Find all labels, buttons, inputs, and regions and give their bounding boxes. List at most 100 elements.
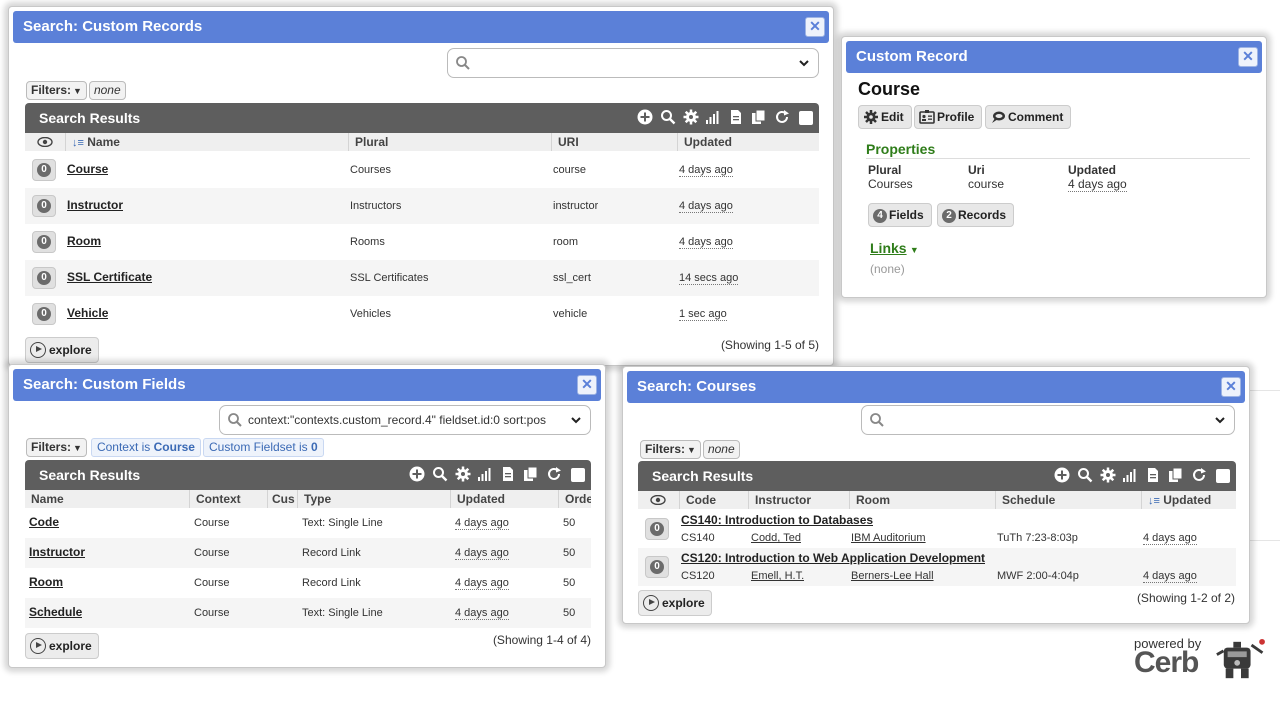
column-schedule[interactable]: Schedule xyxy=(995,491,1141,509)
copy-icon[interactable] xyxy=(751,109,767,125)
profile-button[interactable]: Profile xyxy=(914,105,983,129)
chevron-down-icon[interactable] xyxy=(1215,416,1225,424)
column-room[interactable]: Room xyxy=(849,491,995,509)
edit-button[interactable]: Edit xyxy=(858,105,912,129)
watchers-count[interactable]: 0 xyxy=(645,556,669,578)
column-type[interactable]: Type xyxy=(297,490,450,508)
column-name[interactable]: Name xyxy=(25,490,189,508)
column-watchers[interactable] xyxy=(638,491,679,509)
instructor-link[interactable]: Codd, Ted xyxy=(751,532,801,544)
links-toggle[interactable]: Links ▼ xyxy=(870,240,919,256)
record-name-link[interactable]: SSL Certificate xyxy=(67,270,152,284)
column-updated[interactable]: ↓≡ Updated xyxy=(1141,491,1236,509)
field-name-link[interactable]: Instructor xyxy=(29,545,85,559)
table-row[interactable]: 0 CS140: Introduction to Databases CS140… xyxy=(638,510,1236,548)
watchers-count[interactable]: 0 xyxy=(645,518,669,540)
close-button[interactable]: ✕ xyxy=(577,375,597,395)
watchers-count[interactable]: 0 xyxy=(32,195,56,217)
comment-button[interactable]: Comment xyxy=(985,105,1072,129)
table-row[interactable]: 0 Instructor Instructors instructor 4 da… xyxy=(25,188,819,224)
gear-icon[interactable] xyxy=(683,109,699,125)
column-plural[interactable]: Plural xyxy=(348,133,551,151)
filter-none[interactable]: none xyxy=(702,440,740,459)
add-icon[interactable] xyxy=(637,109,653,125)
dialog-title-bar[interactable]: Search: Custom Records ✕ xyxy=(13,11,829,43)
filter-chip-context[interactable]: Context is Course xyxy=(90,438,201,457)
dialog-title-bar[interactable]: Custom Record ✕ xyxy=(846,41,1262,73)
chart-icon[interactable] xyxy=(705,109,721,125)
table-row[interactable]: 0 Room Rooms room 4 days ago xyxy=(25,224,819,260)
filters-menu-button[interactable]: Filters: ▼ xyxy=(640,440,701,459)
watchers-count[interactable]: 0 xyxy=(32,159,56,181)
column-watchers[interactable] xyxy=(25,133,65,151)
select-all-checkbox[interactable] xyxy=(1216,469,1230,483)
table-row[interactable]: 0 Vehicle Vehicles vehicle 1 sec ago xyxy=(25,296,819,332)
select-all-checkbox[interactable] xyxy=(799,111,813,125)
table-row[interactable]: 0 Course Courses course 4 days ago xyxy=(25,152,819,188)
filter-chip-fieldset[interactable]: Custom Fieldset is 0 xyxy=(202,438,324,457)
search-input[interactable] xyxy=(447,48,819,78)
record-name-link[interactable]: Vehicle xyxy=(67,306,108,320)
gear-icon[interactable] xyxy=(455,466,471,482)
chevron-down-icon[interactable] xyxy=(799,59,809,67)
room-link[interactable]: IBM Auditorium xyxy=(851,532,926,544)
close-button[interactable]: ✕ xyxy=(805,17,825,37)
records-button[interactable]: 2 Records xyxy=(937,203,1015,227)
column-updated[interactable]: Updated xyxy=(450,490,558,508)
chevron-down-icon[interactable] xyxy=(571,416,581,424)
chart-icon[interactable] xyxy=(1122,467,1138,483)
export-icon[interactable] xyxy=(1145,467,1161,483)
watchers-count[interactable]: 0 xyxy=(32,303,56,325)
export-icon[interactable] xyxy=(500,466,516,482)
copy-icon[interactable] xyxy=(523,466,539,482)
dialog-title-bar[interactable]: Search: Courses ✕ xyxy=(627,371,1245,403)
column-code[interactable]: Code xyxy=(679,491,748,509)
search-icon[interactable] xyxy=(1077,467,1093,483)
refresh-icon[interactable] xyxy=(1191,467,1207,483)
table-row[interactable]: Code Course Text: Single Line 4 days ago… xyxy=(25,508,591,538)
fields-button[interactable]: 4 Fields xyxy=(868,203,932,227)
column-updated[interactable]: Updated xyxy=(677,133,819,151)
column-name[interactable]: ↓≡ Name xyxy=(65,133,348,151)
table-row[interactable]: Schedule Course Text: Single Line 4 days… xyxy=(25,598,591,628)
explore-button[interactable]: explore xyxy=(638,590,712,616)
column-uri[interactable]: URI xyxy=(551,133,677,151)
close-button[interactable]: ✕ xyxy=(1238,47,1258,67)
field-name-link[interactable]: Room xyxy=(29,575,63,589)
watchers-count[interactable]: 0 xyxy=(32,267,56,289)
field-name-link[interactable]: Schedule xyxy=(29,605,82,619)
table-row[interactable]: 0 CS120: Introduction to Web Application… xyxy=(638,548,1236,586)
record-name-link[interactable]: Course xyxy=(67,162,108,176)
table-row[interactable]: Instructor Course Record Link 4 days ago… xyxy=(25,538,591,568)
explore-button[interactable]: explore xyxy=(25,633,99,659)
table-row[interactable]: 0 SSL Certificate SSL Certificates ssl_c… xyxy=(25,260,819,296)
column-custom[interactable]: Cus xyxy=(267,490,297,508)
field-name-link[interactable]: Code xyxy=(29,515,59,529)
filters-menu-button[interactable]: Filters: ▼ xyxy=(26,438,87,457)
refresh-icon[interactable] xyxy=(774,109,790,125)
course-title-link[interactable]: CS140: Introduction to Databases xyxy=(681,513,873,527)
refresh-icon[interactable] xyxy=(546,466,562,482)
filters-menu-button[interactable]: Filters: ▼ xyxy=(26,81,87,100)
table-row[interactable]: Room Course Record Link 4 days ago 50 xyxy=(25,568,591,598)
add-icon[interactable] xyxy=(409,466,425,482)
select-all-checkbox[interactable] xyxy=(571,468,585,482)
record-name-link[interactable]: Room xyxy=(67,234,101,248)
course-title-link[interactable]: CS120: Introduction to Web Application D… xyxy=(681,551,985,565)
filter-none[interactable]: none xyxy=(88,81,126,100)
search-input[interactable]: context:"contexts.custom_record.4" field… xyxy=(219,405,591,435)
export-icon[interactable] xyxy=(728,109,744,125)
room-link[interactable]: Berners-Lee Hall xyxy=(851,570,934,582)
instructor-link[interactable]: Emell, H.T. xyxy=(751,570,804,582)
record-name-link[interactable]: Instructor xyxy=(67,198,123,212)
gear-icon[interactable] xyxy=(1100,467,1116,483)
explore-button[interactable]: explore xyxy=(25,337,99,363)
close-button[interactable]: ✕ xyxy=(1221,377,1241,397)
column-context[interactable]: Context xyxy=(189,490,267,508)
search-icon[interactable] xyxy=(432,466,448,482)
chart-icon[interactable] xyxy=(477,466,493,482)
column-order[interactable]: Orde xyxy=(558,490,591,508)
add-icon[interactable] xyxy=(1054,467,1070,483)
search-input[interactable] xyxy=(861,405,1235,435)
watchers-count[interactable]: 0 xyxy=(32,231,56,253)
